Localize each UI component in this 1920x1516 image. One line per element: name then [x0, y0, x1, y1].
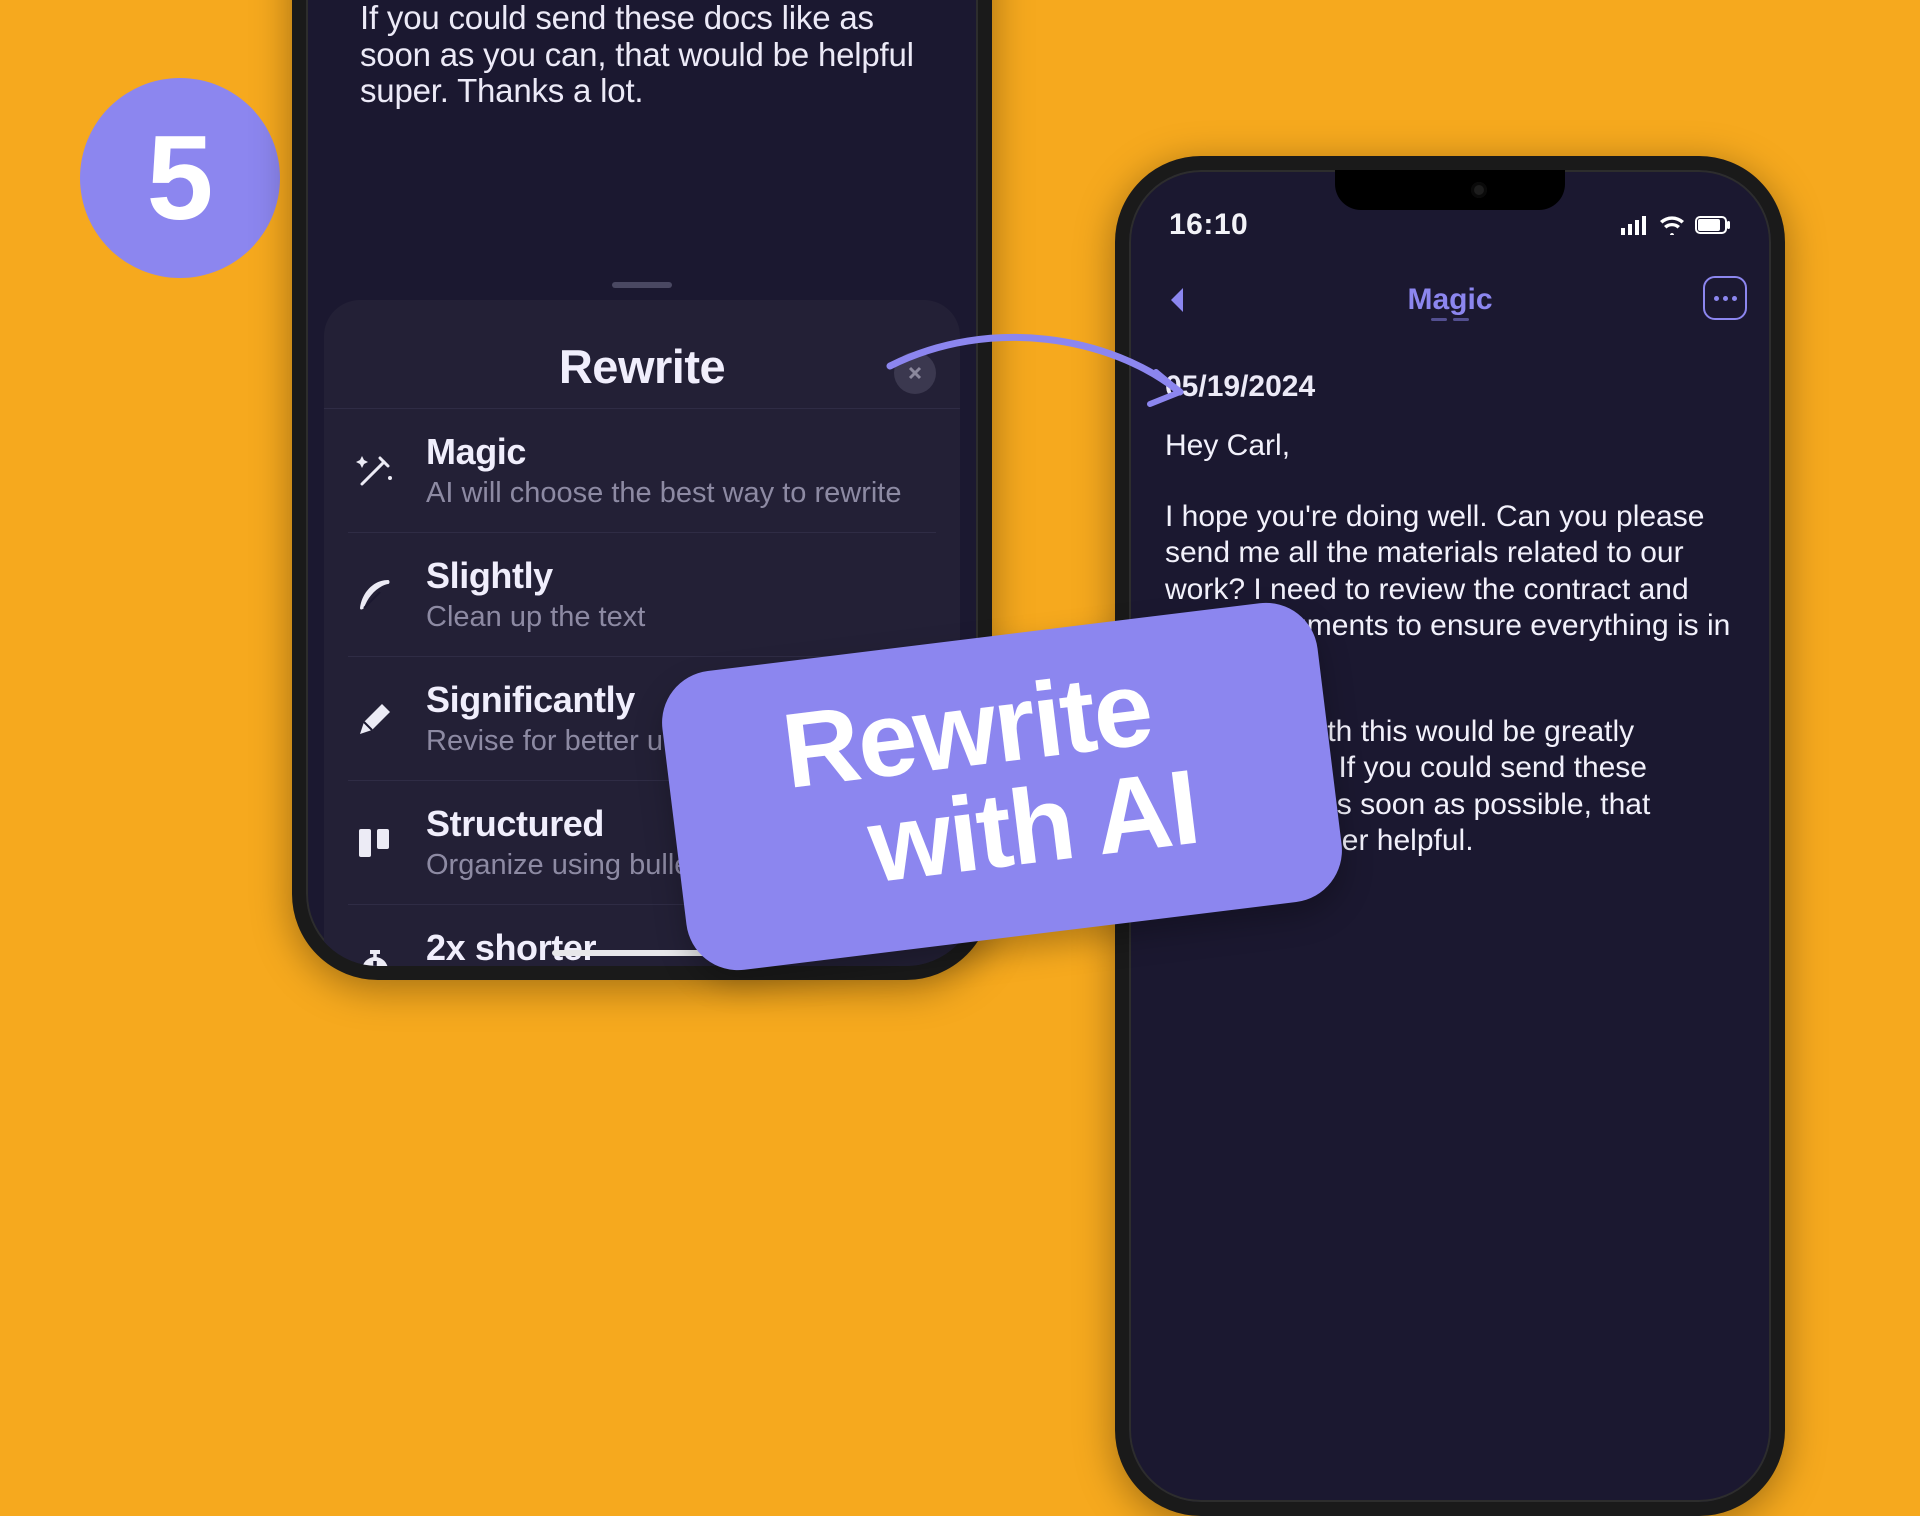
magic-wand-icon: [348, 444, 402, 498]
cellular-icon: [1621, 215, 1649, 235]
grabber-icon: [612, 282, 672, 288]
columns-icon: [348, 816, 402, 870]
sheet-header: Rewrite: [324, 324, 960, 409]
phone-notch: [1335, 170, 1565, 210]
wifi-icon: [1659, 215, 1685, 235]
option-slightly[interactable]: Slightly Clean up the text: [348, 533, 936, 657]
status-icons: [1621, 215, 1731, 235]
step-badge: 5: [80, 78, 280, 278]
sheet-title: Rewrite: [559, 339, 725, 394]
note-greeting: Hey Carl,: [1165, 428, 1735, 465]
back-button[interactable]: [1159, 282, 1195, 318]
nav-title-underline: [1431, 318, 1469, 321]
option-desc: AI will choose the best way to rewrite: [426, 477, 901, 510]
option-desc: Organize using bullet: [426, 849, 698, 882]
sheet-grabber[interactable]: [306, 282, 978, 288]
pencil-icon: [348, 692, 402, 746]
note-partial-text: help with would be really appreciated. I…: [360, 0, 924, 109]
option-desc: Clean up the text: [426, 601, 645, 634]
option-desc: Reduce length, preserve meaning: [426, 973, 861, 980]
battery-icon: [1695, 216, 1731, 234]
camera-icon: [1471, 182, 1487, 198]
nav-title[interactable]: Magic: [1407, 283, 1492, 317]
note-date: 05/19/2024: [1165, 370, 1735, 404]
more-button[interactable]: [1703, 276, 1747, 320]
option-title: Slightly: [426, 555, 645, 597]
option-title: Magic: [426, 431, 901, 473]
back-chevron-icon: [1167, 286, 1187, 314]
step-number: 5: [147, 109, 214, 247]
nav-bar: Magic: [1129, 274, 1771, 326]
status-bar: 16:10: [1129, 208, 1771, 242]
arrow-annotation: [880, 326, 1210, 446]
feather-icon: [348, 568, 402, 622]
stopwatch-icon: [348, 940, 402, 981]
option-magic[interactable]: Magic AI will choose the best way to rew…: [348, 409, 936, 533]
more-icon: [1714, 296, 1737, 301]
status-time: 16:10: [1169, 208, 1248, 242]
option-title: Structured: [426, 803, 698, 845]
